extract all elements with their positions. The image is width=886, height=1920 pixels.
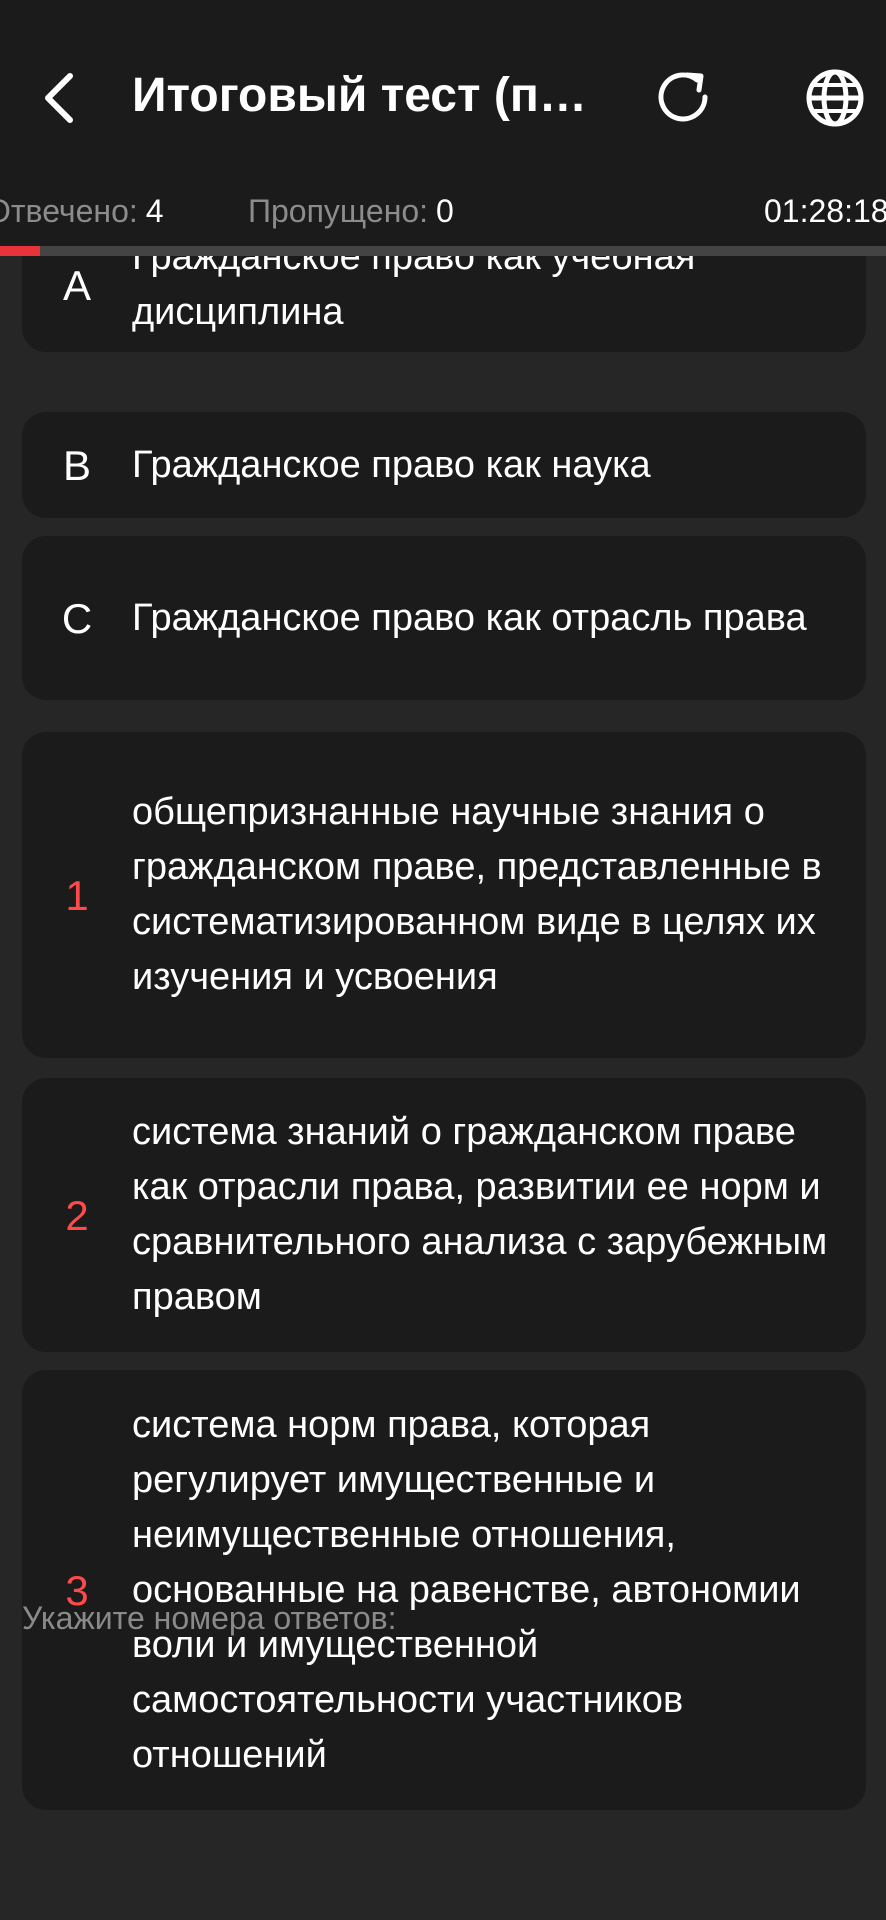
answer-number: 2 xyxy=(65,1191,89,1239)
back-button[interactable] xyxy=(22,62,94,134)
answered-value: 4 xyxy=(145,193,164,229)
option-text: Гражданское право как отрасль права xyxy=(132,596,807,639)
globe-icon xyxy=(806,69,864,127)
reload-icon xyxy=(658,72,708,122)
page-title: Итоговый тест (пе... xyxy=(132,69,602,122)
progress-fill xyxy=(0,246,40,256)
progress-bar xyxy=(0,246,886,256)
answer-input-hint[interactable]: Укажите номера ответов: xyxy=(22,1590,397,1646)
skipped-value: 0 xyxy=(436,193,454,229)
answer-text: общепризнанные научные знания о гражданс… xyxy=(132,791,822,998)
answer-number: 1 xyxy=(65,871,89,919)
app-header: Итоговый тест (пе... xyxy=(0,0,886,176)
status-bar: Отвечено: 4 Пропущено: 0 01:28:18 xyxy=(0,176,886,246)
chevron-left-icon xyxy=(45,73,73,123)
option-card-b: B Гражданское право как наука xyxy=(22,412,866,518)
option-text: Гражданское право как наука xyxy=(132,443,651,486)
option-key: A xyxy=(62,261,91,309)
skipped-counter: Пропущено: 0 xyxy=(248,176,454,246)
answer-card-2[interactable]: 2 система знаний о гражданском праве как… xyxy=(22,1078,866,1352)
answered-counter: Отвечено: 4 xyxy=(0,176,164,246)
question-content: A Гражданское право как учебная дисципли… xyxy=(0,256,886,1920)
option-key: C xyxy=(61,594,93,642)
option-text: Гражданское право как учебная дисциплина xyxy=(132,256,696,333)
answered-label: Отвечено: xyxy=(0,193,138,229)
language-button[interactable] xyxy=(796,62,874,134)
skipped-label: Пропущено: xyxy=(248,193,429,229)
option-key: B xyxy=(62,441,91,489)
answer-text: система знаний о гражданском праве как о… xyxy=(132,1111,828,1318)
option-card-a: A Гражданское право как учебная дисципли… xyxy=(22,256,866,352)
answer-card-1[interactable]: 1 общепризнанные научные знания о гражда… xyxy=(22,732,866,1058)
reload-button[interactable] xyxy=(646,62,726,134)
timer: 01:28:18 xyxy=(764,193,886,229)
option-card-c: C Гражданское право как отрасль права xyxy=(22,536,866,700)
